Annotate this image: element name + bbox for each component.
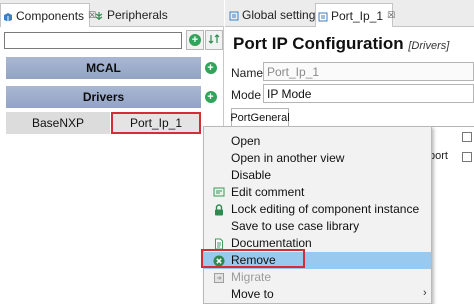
- menu-item-open-in-another-view[interactable]: Open in another view: [204, 150, 431, 167]
- left-tab-bar: Components ☒ Peripherals: [0, 0, 224, 27]
- lock-icon: [213, 204, 225, 216]
- page-subtitle: [Drivers]: [408, 40, 450, 52]
- component-label: BaseNXP: [31, 116, 85, 130]
- menu-item-label: Save to use case library: [231, 219, 360, 233]
- menu-item-edit-comment[interactable]: Edit comment: [204, 184, 431, 201]
- menu-item-label: Disable: [231, 168, 272, 182]
- add-drivers-button[interactable]: +: [203, 88, 218, 106]
- category-drivers-label: Drivers: [82, 90, 125, 104]
- components-panel: Components ☒ Peripherals + MCAL + Driver…: [0, 0, 224, 304]
- name-field[interactable]: Port_Ip_1: [263, 62, 474, 81]
- menu-item-label: Open: [231, 134, 261, 148]
- add-icon: +: [189, 34, 201, 46]
- menu-item-open[interactable]: Open: [204, 133, 431, 150]
- settings-icon: [229, 10, 239, 21]
- menu-item-save-to-library[interactable]: Save to use case library: [204, 218, 431, 235]
- menu-item-move-to[interactable]: Move to ›: [204, 286, 431, 303]
- add-mcal-button[interactable]: +: [203, 59, 218, 77]
- peripherals-icon: [94, 10, 104, 20]
- comment-icon: [213, 187, 225, 199]
- mode-label: Mode: [231, 88, 262, 102]
- menu-item-label: Migrate: [231, 270, 272, 284]
- name-label: Name: [231, 66, 264, 80]
- menu-item-label: Open in another view: [231, 151, 345, 165]
- settings-icon: [318, 11, 328, 21]
- tab-port-ip-1[interactable]: Port_Ip_1 ☒: [315, 3, 395, 27]
- tab-port-ip-1-label: Port_Ip_1: [331, 8, 384, 23]
- tab-portgeneral[interactable]: PortGeneral: [230, 108, 290, 127]
- menu-item-lock-editing[interactable]: Lock editing of component instance: [204, 201, 431, 218]
- sort-icon: [208, 33, 220, 48]
- components-icon: [3, 11, 13, 21]
- tab-global-settings-label: Global settings: [242, 8, 322, 22]
- menu-item-label: Lock editing of component instance: [231, 202, 420, 216]
- tab-global-settings[interactable]: Global settings: [227, 3, 321, 27]
- component-basenxp[interactable]: BaseNXP: [6, 112, 110, 134]
- category-mcal[interactable]: MCAL: [6, 57, 201, 79]
- menu-item-label: Move to: [231, 287, 274, 301]
- chevron-right-icon: ›: [423, 287, 427, 299]
- page-title: Port IP Configuration [Drivers]: [233, 34, 449, 54]
- mode-select[interactable]: IP Mode: [263, 84, 474, 103]
- add-icon: +: [204, 62, 217, 74]
- menu-item-migrate[interactable]: Migrate: [204, 269, 431, 286]
- tab-components[interactable]: Components ☒: [0, 3, 96, 27]
- filter-input[interactable]: [4, 32, 182, 49]
- page-title-text: Port IP Configuration: [233, 34, 404, 53]
- option-checkbox[interactable]: [462, 152, 472, 162]
- menu-item-label: Edit comment: [231, 185, 305, 199]
- close-icon[interactable]: ☒: [387, 10, 395, 21]
- tab-components-label: Components: [16, 8, 85, 23]
- remove-highlight-outline: [201, 249, 305, 268]
- tab-peripherals-label: Peripherals: [107, 8, 168, 22]
- sort-button[interactable]: [205, 30, 223, 50]
- right-tab-bar: Global settings Port_Ip_1 ☒: [225, 0, 474, 27]
- option-checkbox[interactable]: [462, 132, 472, 142]
- component-port-ip-1[interactable]: Port_Ip_1: [111, 112, 201, 134]
- migrate-icon: [213, 272, 225, 284]
- category-mcal-label: MCAL: [86, 61, 121, 75]
- tab-peripherals[interactable]: Peripherals: [92, 3, 172, 27]
- add-component-button[interactable]: +: [186, 30, 204, 50]
- add-icon: +: [204, 91, 217, 103]
- category-drivers[interactable]: Drivers: [6, 86, 201, 108]
- menu-item-disable[interactable]: Disable: [204, 167, 431, 184]
- menu-item-label: Documentation: [231, 236, 312, 250]
- context-menu: Open Open in another view Disable Edit c…: [203, 126, 432, 304]
- component-label: Port_Ip_1: [129, 116, 183, 130]
